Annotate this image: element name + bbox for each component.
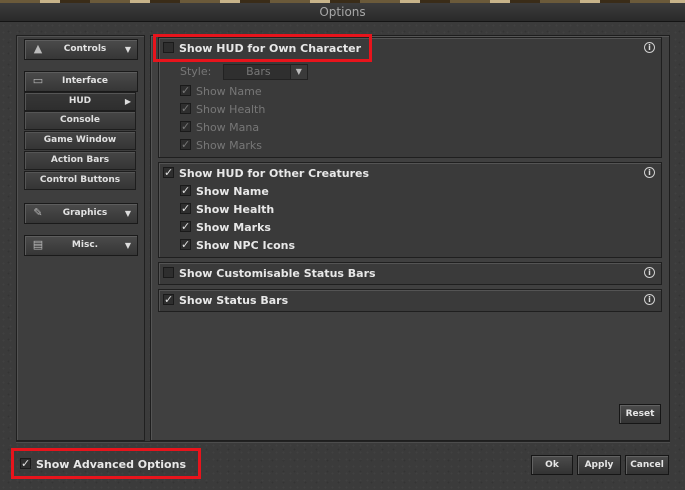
sidebar-item-console[interactable]: Console: [24, 111, 136, 130]
checkbox[interactable]: [163, 267, 174, 278]
status-bars-checkbox[interactable]: Show Status Bars: [163, 292, 288, 309]
chevron-down-icon: ▼: [124, 241, 131, 250]
own-show-mana[interactable]: Show Mana: [180, 119, 259, 136]
checkbox[interactable]: [180, 237, 191, 253]
section-own-character-hud: Show HUD for Own Character i Style: Bars…: [158, 37, 662, 158]
section-customisable-status-bars: Show Customisable Status Bars i: [158, 262, 662, 285]
style-row: Style: Bars ▼: [180, 64, 308, 80]
divider: [16, 441, 670, 443]
sidebar-group-graphics[interactable]: ✎ Graphics ▼: [24, 203, 138, 224]
section-status-bars: Show Status Bars i: [158, 289, 662, 312]
sidebar-item-hud[interactable]: HUD ▶: [24, 92, 136, 111]
section-other-creatures-hud: Show HUD for Other Creatures i Show Name…: [158, 162, 662, 258]
chevron-down-icon: ▼: [124, 45, 131, 54]
sidebar-item-control-buttons[interactable]: Control Buttons: [24, 171, 136, 190]
others-show-health[interactable]: Show Health: [180, 201, 274, 218]
info-icon[interactable]: i: [644, 294, 655, 305]
custom-status-bars-checkbox[interactable]: Show Customisable Status Bars: [163, 266, 376, 282]
others-show-marks[interactable]: Show Marks: [180, 219, 271, 236]
advanced-options-checkbox[interactable]: Show Advanced Options: [20, 456, 186, 473]
checkbox[interactable]: [20, 456, 31, 472]
own-show-health[interactable]: Show Health: [180, 101, 265, 118]
info-icon[interactable]: i: [644, 42, 655, 53]
chevron-down-icon: ▼: [289, 65, 307, 79]
interface-icon: ▭: [32, 74, 44, 87]
sidebar-group-misc[interactable]: ▤ Misc. ▼: [24, 235, 138, 256]
info-icon[interactable]: i: [644, 167, 655, 178]
checkbox[interactable]: [180, 183, 191, 199]
document-icon: ▤: [32, 238, 44, 251]
cancel-button[interactable]: Cancel: [625, 455, 669, 475]
ok-button[interactable]: Ok: [531, 455, 573, 475]
checkbox[interactable]: [180, 219, 191, 235]
chevron-down-icon: ▼: [124, 209, 131, 218]
checkbox[interactable]: [163, 42, 174, 53]
others-hud-checkbox[interactable]: Show HUD for Other Creatures: [163, 165, 369, 182]
checkbox[interactable]: [180, 101, 191, 117]
checkbox[interactable]: [180, 83, 191, 99]
brush-icon: ✎: [33, 206, 43, 219]
sidebar-item-game-window[interactable]: Game Window: [24, 131, 136, 150]
chevron-right-icon: ▶: [124, 97, 131, 106]
checkbox[interactable]: [163, 292, 174, 308]
checkbox[interactable]: [180, 119, 191, 135]
checkbox[interactable]: [163, 165, 174, 181]
options-window: ▲ Controls ▼ ▭ Interface HUD ▶ Console G…: [0, 22, 685, 490]
sidebar-group-interface[interactable]: ▭ Interface: [24, 71, 138, 92]
checkbox[interactable]: [180, 201, 191, 217]
sidebar-group-controls[interactable]: ▲ Controls ▼: [24, 39, 138, 60]
window-title: Options: [0, 3, 685, 22]
apply-button[interactable]: Apply: [577, 455, 621, 475]
reset-button[interactable]: Reset: [619, 404, 661, 424]
others-show-name[interactable]: Show Name: [180, 183, 269, 200]
controls-icon: ▲: [33, 42, 43, 55]
own-show-marks[interactable]: Show Marks: [180, 137, 262, 154]
checkbox[interactable]: [180, 137, 191, 153]
own-show-name[interactable]: Show Name: [180, 83, 262, 100]
own-hud-checkbox[interactable]: Show HUD for Own Character: [163, 41, 361, 57]
others-show-npc-icons[interactable]: Show NPC Icons: [180, 237, 295, 254]
sidebar-item-action-bars[interactable]: Action Bars: [24, 151, 136, 170]
info-icon[interactable]: i: [644, 267, 655, 278]
style-select[interactable]: Bars ▼: [222, 64, 308, 80]
